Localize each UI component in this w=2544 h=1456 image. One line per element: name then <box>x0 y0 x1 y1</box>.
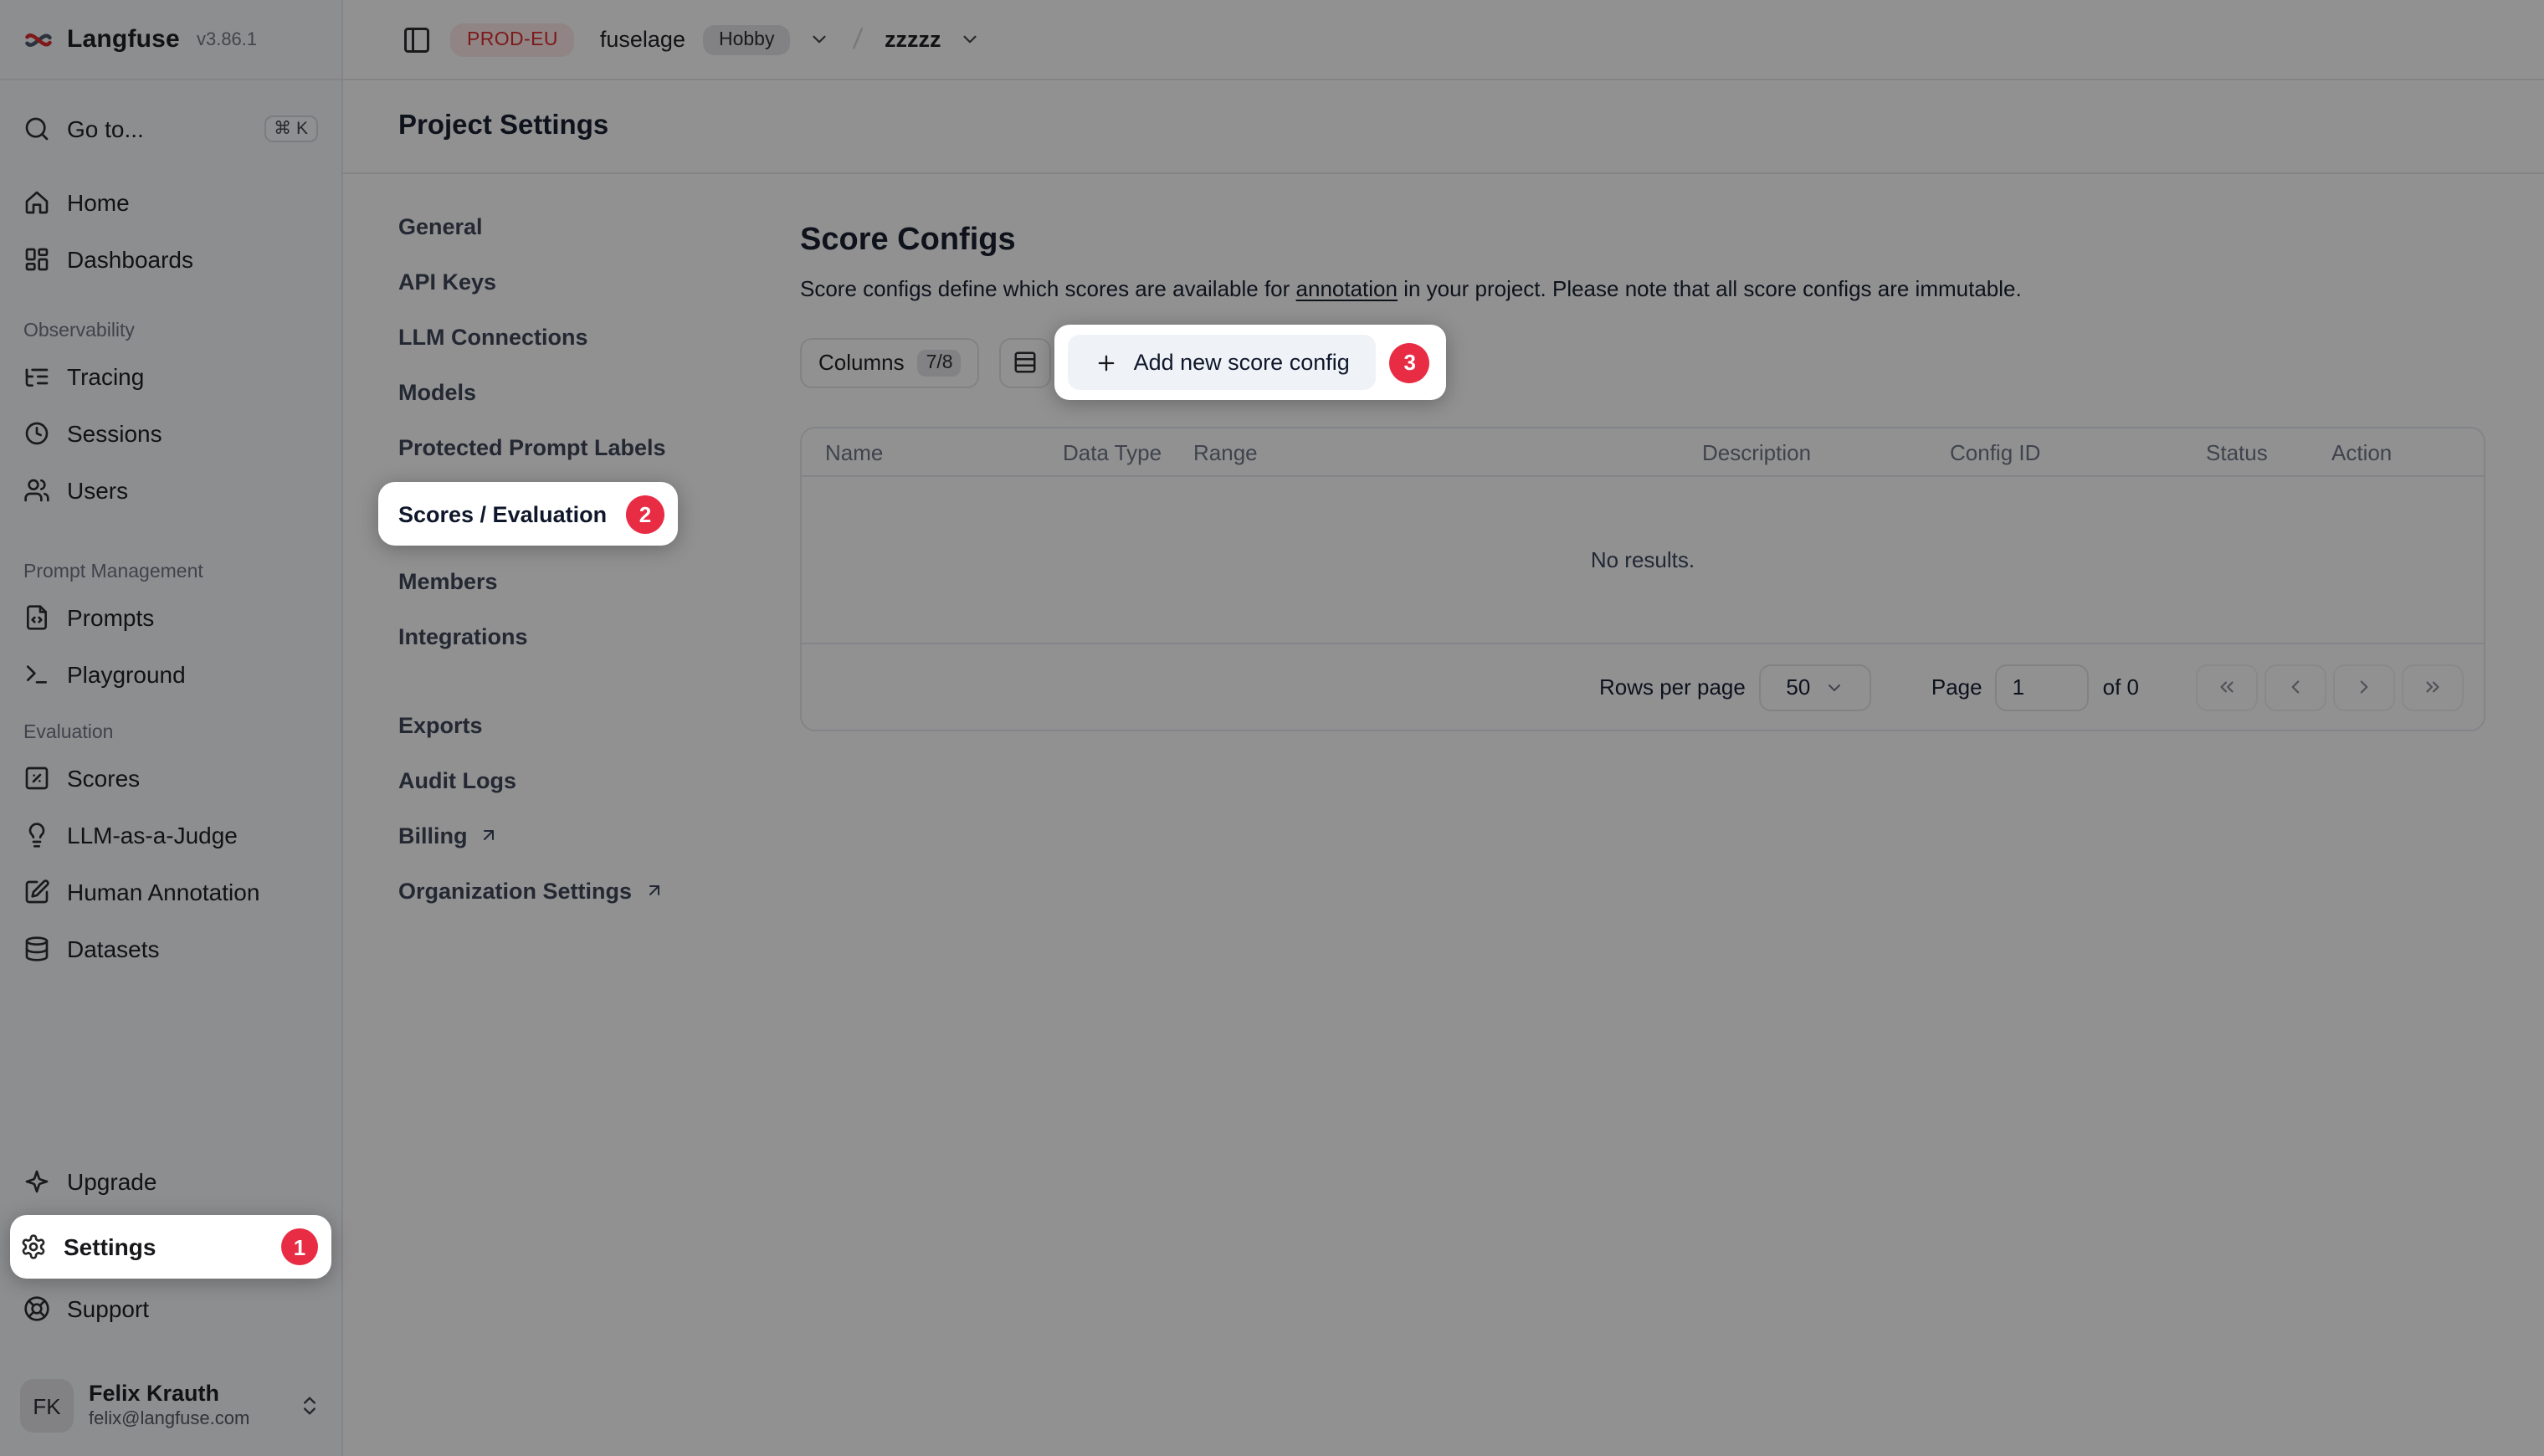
tour-step-badge-3: 3 <box>1390 342 1430 382</box>
tour-step-badge-2: 2 <box>626 495 664 533</box>
add-score-config-button[interactable]: Add new score config <box>1069 335 1377 390</box>
langfuse-app: Langfuse v3.86.1 Go to... ⌘ K HomeDashbo… <box>0 0 2544 1456</box>
sidebar-item-settings-highlighted[interactable]: Settings1 <box>10 1215 331 1279</box>
settings-nav-scores-evaluation-selected[interactable]: Scores / Evaluation2 <box>378 482 678 546</box>
gear-icon <box>20 1233 47 1260</box>
tutorial-dim-overlay <box>0 0 2544 1456</box>
tour-step-badge-1: 1 <box>281 1228 318 1265</box>
plus-icon <box>1095 351 1119 374</box>
add-score-config-spotlight: Add new score config 3 <box>1055 325 1447 400</box>
